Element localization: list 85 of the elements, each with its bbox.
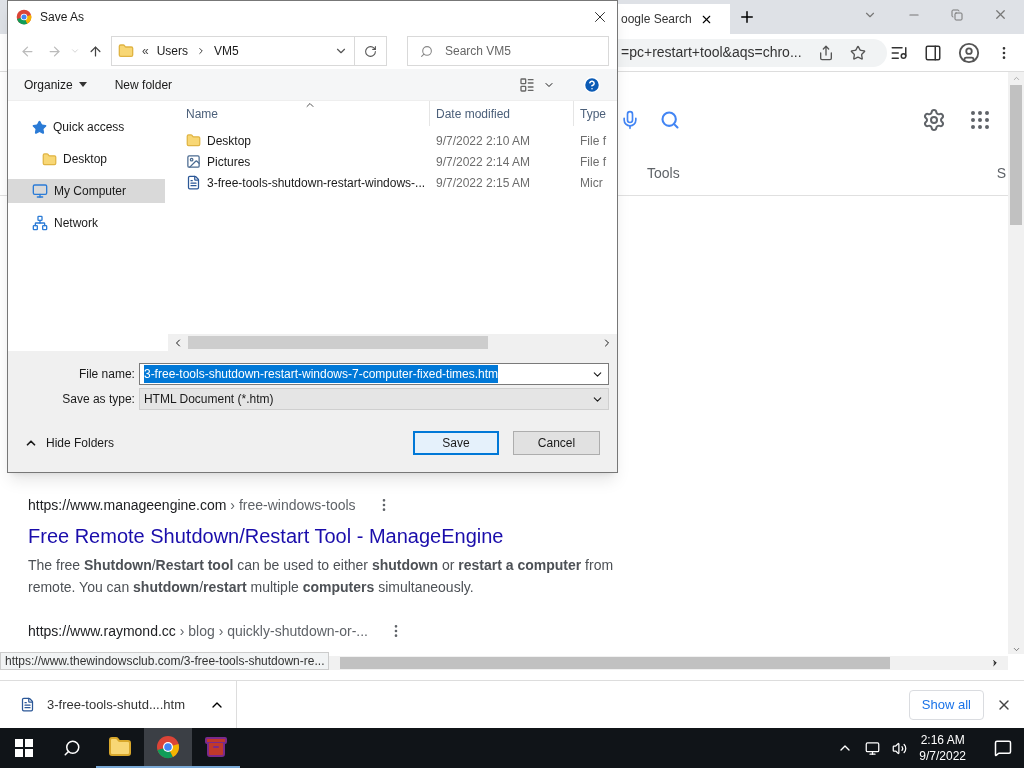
monitor-icon bbox=[32, 183, 48, 199]
chrome-icon bbox=[16, 9, 32, 25]
help-icon[interactable] bbox=[583, 75, 601, 94]
file-name-field[interactable]: 3-free-tools-shutdown-restart-windows-7-computer-fixed-times.htm bbox=[138, 363, 609, 385]
hide-folders-button[interactable]: Hide Folders bbox=[16, 434, 115, 452]
column-header[interactable]: Name bbox=[168, 101, 430, 126]
refresh-icon[interactable] bbox=[364, 44, 377, 58]
scroll-thumb[interactable] bbox=[340, 657, 890, 669]
dialog-title: Save As bbox=[40, 9, 85, 26]
new-folder-button[interactable]: New folder bbox=[114, 75, 173, 94]
share-icon[interactable] bbox=[817, 44, 834, 61]
cancel-button[interactable]: Cancel bbox=[513, 431, 600, 455]
settings-icon[interactable] bbox=[922, 108, 946, 132]
file-name-value: 3-free-tools-shutdown-restart-windows-7-computer-fixed-times.htm bbox=[143, 365, 499, 383]
search-tab[interactable]: S bbox=[996, 163, 1006, 184]
search-icon bbox=[420, 44, 433, 58]
apps-grid-icon[interactable] bbox=[968, 108, 992, 132]
file-row[interactable]: 3-free-tools-shutdown-restart-windows-... 9/7/2022 2:15 AM Micr bbox=[168, 172, 617, 193]
folder-icon bbox=[108, 735, 132, 759]
result-url: https://www.raymond.cc › blog › quickly-shutdown-or-... bbox=[28, 621, 368, 641]
side-panel-icon[interactable] bbox=[924, 43, 942, 62]
breadcrumb[interactable]: Users bbox=[156, 42, 189, 60]
file-row[interactable]: Desktop 9/7/2022 2:10 AM File f bbox=[168, 130, 617, 151]
status-tooltip: https://www.thewindowsclub.com/3-free-tools-shutdown-re... bbox=[0, 652, 330, 670]
type-cell-text: Micr bbox=[579, 174, 603, 192]
star-icon bbox=[32, 119, 47, 135]
address-bar[interactable]: =pc+restart+tool&aqs=chro... bbox=[617, 38, 887, 67]
horizontal-scrollbar[interactable] bbox=[168, 334, 617, 351]
document-icon bbox=[186, 175, 201, 190]
scroll-right-icon[interactable] bbox=[990, 658, 1000, 668]
tree-item[interactable]: Desktop bbox=[8, 147, 165, 171]
result-title-link[interactable]: Free Remote Shutdown/Restart Tool - ManageEngine bbox=[28, 521, 1008, 551]
overflow-mark: « bbox=[142, 43, 149, 60]
file-name: Desktop bbox=[207, 132, 252, 150]
tree-item[interactable]: Quick access bbox=[8, 115, 165, 139]
scroll-thumb[interactable] bbox=[1010, 85, 1022, 225]
profile-avatar-icon[interactable] bbox=[958, 41, 980, 64]
organize-button[interactable]: Organize bbox=[24, 75, 87, 94]
result-url: https://www.manageengine.com › free-windows-tools bbox=[28, 495, 356, 515]
file-type-select[interactable]: HTML Document (*.htm) bbox=[138, 388, 609, 410]
field-label: File name: bbox=[77, 366, 135, 383]
clock-time[interactable]: 2:16 AM bbox=[920, 732, 965, 748]
column-header[interactable]: Date modified bbox=[430, 101, 574, 126]
show-all-button[interactable]: Show all bbox=[908, 689, 984, 720]
save-button[interactable]: Save bbox=[413, 431, 499, 455]
type-cell-text: File f bbox=[579, 132, 606, 150]
browser-tab[interactable]: oogle Search bbox=[617, 4, 730, 34]
scroll-down-icon[interactable] bbox=[1011, 645, 1021, 654]
folder-icon bbox=[118, 43, 134, 59]
image-icon bbox=[186, 154, 201, 169]
chrome-icon bbox=[156, 735, 180, 759]
search-field[interactable]: Search VM5 bbox=[407, 36, 609, 66]
tree-item[interactable]: My Computer bbox=[8, 179, 165, 203]
folder-icon bbox=[186, 133, 201, 148]
taskbar-app[interactable] bbox=[144, 728, 192, 768]
folder-icon bbox=[42, 151, 57, 167]
search-input[interactable]: Search VM5 bbox=[445, 42, 595, 60]
notifications-icon[interactable] bbox=[994, 739, 1012, 757]
archive-icon bbox=[204, 735, 228, 759]
address-bar[interactable]: « Users VM5 bbox=[111, 36, 387, 66]
scroll-thumb[interactable] bbox=[188, 336, 488, 349]
tools-tab[interactable]: Tools bbox=[647, 163, 680, 184]
date-cell-text: 9/7/2022 2:10 AM bbox=[435, 132, 532, 150]
column-header[interactable]: Type bbox=[574, 101, 606, 126]
tree-item[interactable]: Network bbox=[8, 211, 165, 235]
file-name: 3-free-tools-shutdown-restart-windows-... bbox=[207, 174, 426, 192]
new-tab-icon[interactable] bbox=[738, 8, 756, 26]
microphone-icon[interactable] bbox=[620, 110, 640, 130]
file-name: Pictures bbox=[207, 153, 251, 171]
result-snippet: The free Shutdown/Restart tool can be used to either shutdown or restart a computer from remote. You can shutdown/restart multiple computers simultaneously. bbox=[28, 556, 615, 597]
clock-date[interactable]: 9/7/2022 bbox=[919, 748, 966, 764]
document-icon bbox=[20, 697, 35, 712]
breadcrumb[interactable]: VM5 bbox=[214, 42, 239, 60]
date-cell-text: 9/7/2022 2:14 AM bbox=[435, 153, 532, 171]
bookmark-star-icon[interactable] bbox=[849, 44, 866, 61]
file-row[interactable]: Pictures 9/7/2022 2:14 AM File f bbox=[168, 151, 617, 172]
type-cell-text: File f bbox=[579, 153, 606, 171]
view-icon[interactable] bbox=[519, 76, 535, 93]
date-cell-text: 9/7/2022 2:15 AM bbox=[435, 174, 532, 192]
search-icon[interactable] bbox=[63, 739, 81, 757]
up-icon[interactable] bbox=[88, 43, 103, 59]
windows-logo-icon[interactable] bbox=[15, 739, 33, 757]
field-label: Save as type: bbox=[61, 391, 135, 408]
volume-icon[interactable] bbox=[892, 740, 908, 756]
vertical-scrollbar[interactable] bbox=[1008, 72, 1024, 654]
